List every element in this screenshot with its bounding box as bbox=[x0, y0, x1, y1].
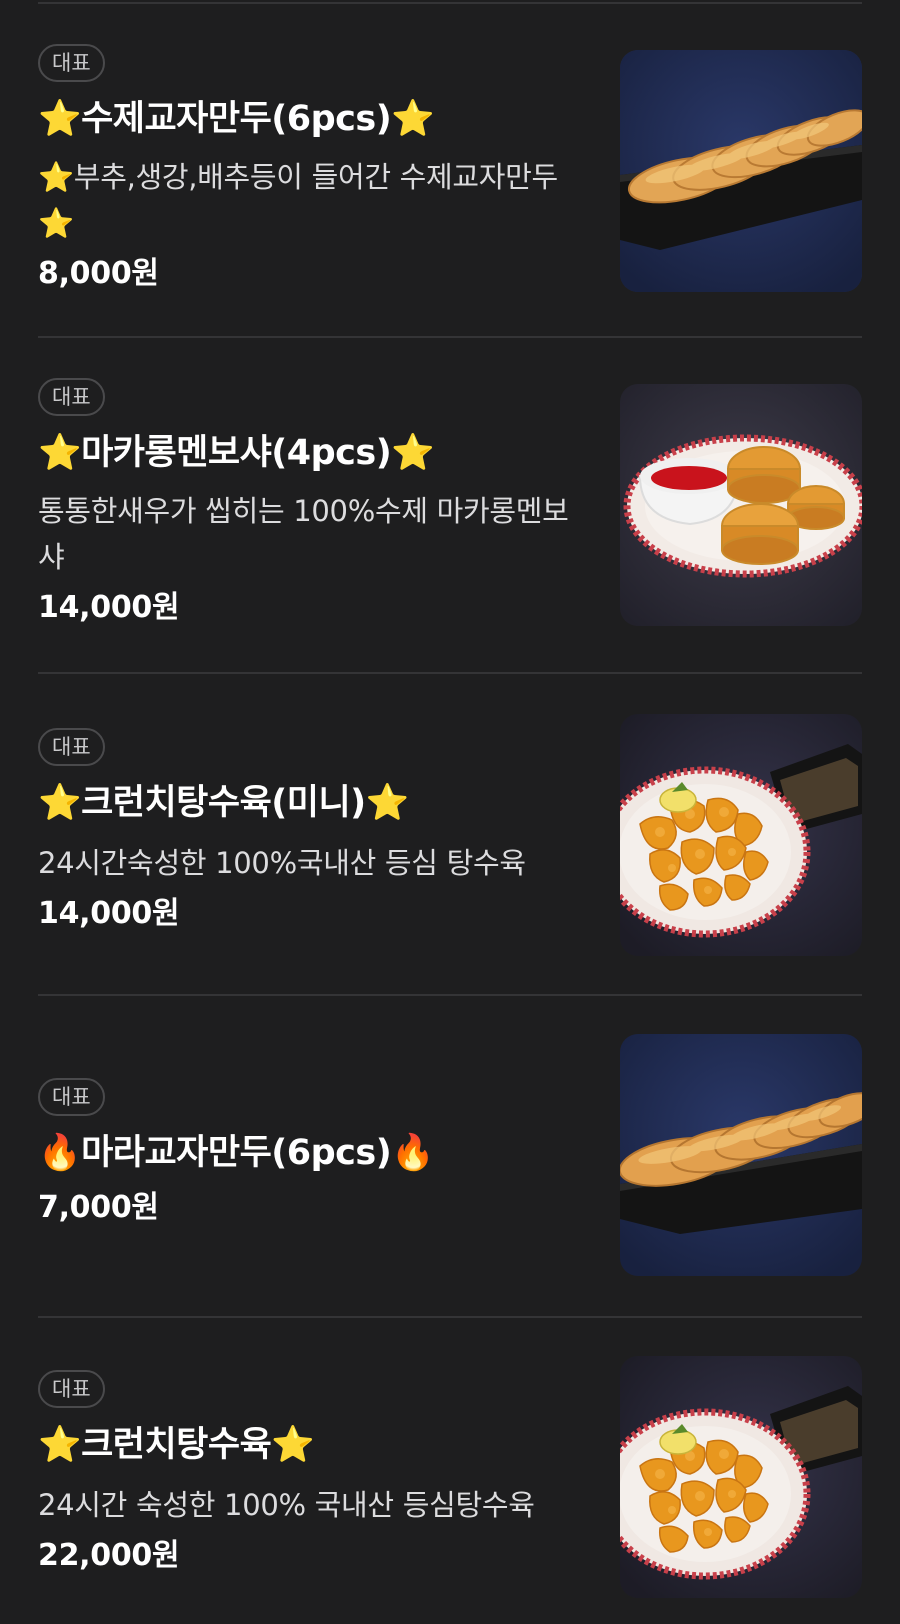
signature-badge: 대표 bbox=[38, 378, 105, 416]
menu-item-title: ⭐크런치탕수육⭐ bbox=[38, 1425, 315, 1465]
menu-item-price: 14,000원 bbox=[38, 896, 180, 931]
signature-badge: 대표 bbox=[38, 1370, 105, 1408]
menu-item-title: 🔥마라교자만두(6pcs)🔥 bbox=[38, 1133, 435, 1173]
menu-item-title: ⭐수제교자만두(6pcs)⭐ bbox=[38, 99, 435, 139]
menu-item-handmade-dumplings[interactable]: 대표 ⭐수제교자만두(6pcs)⭐ ⭐부추,생강,배추등이 들어간 수제교자만두… bbox=[0, 0, 900, 336]
menu-item-price: 7,000원 bbox=[38, 1190, 159, 1225]
menu-item-price: 14,000원 bbox=[38, 590, 180, 625]
signature-badge: 대표 bbox=[38, 1078, 105, 1116]
menu-item-price: 8,000원 bbox=[38, 256, 159, 291]
menu-item-description: 통통한새우가 씹히는 100%수제 마카롱멘보샤 bbox=[38, 494, 569, 574]
menu-item-description: 24시간숙성한 100%국내산 등심 탕수육 bbox=[38, 846, 526, 880]
signature-badge: 대표 bbox=[38, 44, 105, 82]
menu-item-mala-dumplings[interactable]: 대표 🔥마라교자만두(6pcs)🔥 7,000원 bbox=[0, 994, 900, 1316]
menu-item-price: 22,000원 bbox=[38, 1538, 180, 1573]
dumplings-image bbox=[620, 50, 862, 292]
mala-dumplings-image bbox=[620, 1034, 862, 1276]
menu-item-crunch-sweet-sour-pork-mini[interactable]: 대표 ⭐크런치탕수육(미니)⭐ 24시간숙성한 100%국내산 등심 탕수육 1… bbox=[0, 672, 900, 994]
menu-item-macaron-menbosha[interactable]: 대표 ⭐마카롱멘보샤(4pcs)⭐ 통통한새우가 씹히는 100%수제 마카롱멘… bbox=[0, 336, 900, 672]
menu-item-title: ⭐크런치탕수육(미니)⭐ bbox=[38, 783, 409, 823]
sweet-sour-pork-image bbox=[620, 1356, 862, 1598]
menu-item-description: ⭐부추,생강,배추등이 들어간 수제교자만두⭐ bbox=[38, 160, 558, 240]
menbosha-image bbox=[620, 384, 862, 626]
signature-badge: 대표 bbox=[38, 728, 105, 766]
menu-item-title: ⭐마카롱멘보샤(4pcs)⭐ bbox=[38, 433, 435, 473]
menu-list: 대표 ⭐수제교자만두(6pcs)⭐ ⭐부추,생강,배추등이 들어간 수제교자만두… bbox=[0, 0, 900, 1624]
menu-item-description: 24시간 숙성한 100% 국내산 등심탕수육 bbox=[38, 1488, 535, 1522]
sweet-sour-pork-image bbox=[620, 714, 862, 956]
menu-item-crunch-sweet-sour-pork[interactable]: 대표 ⭐크런치탕수육⭐ 24시간 숙성한 100% 국내산 등심탕수육 22,0… bbox=[0, 1316, 900, 1624]
